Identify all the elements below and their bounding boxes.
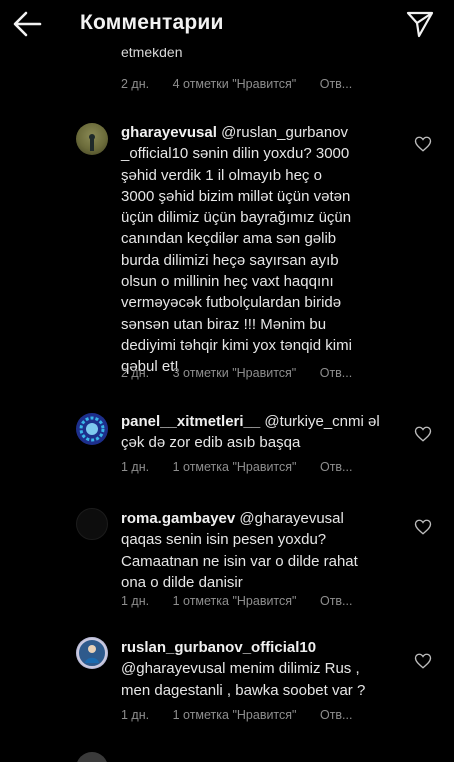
comment-text: üçün dilimiz üçün bayrağımız üçün — [121, 209, 352, 227]
comment-body: panel__xitmetleri__ @turkiye_cnmi əl çək… — [121, 411, 401, 454]
reply-button[interactable]: Отв... — [320, 594, 353, 608]
like-heart-icon[interactable] — [414, 425, 432, 443]
send-icon — [406, 11, 434, 38]
comment-meta: 1 дн. 1 отметка "Нравится" Отв... — [121, 708, 372, 722]
comment-meta: 2 дн. 3 отметки "Нравится" Отв... — [121, 366, 372, 380]
reply-button[interactable]: Отв... — [320, 77, 353, 91]
reply-button[interactable]: Отв... — [320, 460, 353, 474]
avatar[interactable] — [76, 413, 108, 445]
comment-mention[interactable]: _official10 — [121, 145, 188, 162]
comment-text: Camaatnan ne isin var o dilde rahat — [121, 552, 358, 570]
comment-text: qaqas senin isin pesen yoxdu? — [121, 531, 327, 549]
comment-text: verməyəcək futbolçulardan biridə — [121, 294, 342, 312]
comment-username[interactable]: panel__xitmetleri__ — [121, 413, 260, 430]
direct-send-button[interactable] — [404, 8, 436, 40]
comment-time: 1 дн. — [121, 460, 150, 474]
like-heart-icon[interactable] — [414, 135, 432, 153]
avatar[interactable] — [76, 508, 108, 540]
comment-text: men dagestanli , bawka soobet var ? — [121, 681, 366, 699]
next-comment-avatar[interactable] — [76, 752, 108, 762]
comment-text: olsun o millinin heç vaxt haqqını — [121, 273, 334, 291]
avatar-image — [77, 638, 107, 668]
avatar[interactable] — [76, 123, 108, 155]
avatar[interactable] — [76, 637, 108, 669]
like-heart-icon[interactable] — [414, 518, 432, 536]
comment-time: 1 дн. — [121, 594, 150, 608]
comment-time: 1 дн. — [121, 708, 150, 722]
comment-meta: 1 дн. 1 отметка "Нравится" Отв... — [121, 594, 372, 608]
comment-body: roma.gambayev @gharayevusal qaqas senin … — [121, 508, 401, 593]
comment-likes[interactable]: 1 отметка "Нравится" — [173, 708, 297, 722]
comment-likes[interactable]: 1 отметка "Нравится" — [173, 460, 297, 474]
comment-text: ona o dilde danisir — [121, 573, 243, 591]
reply-button[interactable]: Отв... — [320, 708, 353, 722]
comment-text: çək də zor edib asıb başqa — [121, 434, 301, 452]
comment-text: sənin dilin yoxdu? 3000 — [188, 145, 350, 163]
comments-screen: Комментарии etmekden 2 дн. 4 отметки "Нр… — [0, 0, 454, 762]
partial-comment-meta: 2 дн. 4 отметки "Нравится" Отв... — [121, 77, 372, 91]
comment-time: 2 дн. — [121, 366, 150, 380]
comment-text: şəhid verdik 1 il olmayıb heç o — [121, 166, 322, 184]
comment-mention[interactable]: @ruslan_gurbanov — [221, 124, 348, 141]
comment-mention[interactable]: @turkiye_cnmi — [264, 413, 363, 430]
comment-likes[interactable]: 3 отметки "Нравится" — [173, 366, 297, 380]
avatar-image — [89, 134, 95, 151]
avatar-image — [77, 414, 107, 444]
comment-text: dediyimi təhqir kimi yox tənqid kimi — [121, 336, 352, 354]
comment-text: canından keçdilər ama sən gəlib — [121, 230, 337, 248]
comment-text: sənsən utan biraz !!! Mənim bu — [121, 315, 327, 333]
comment-username[interactable]: roma.gambayev — [121, 510, 235, 527]
comment-mention[interactable]: @gharayevusal — [121, 660, 225, 677]
comment-likes[interactable]: 4 отметки "Нравится" — [173, 77, 297, 91]
comment-meta: 1 дн. 1 отметка "Нравится" Отв... — [121, 460, 372, 474]
comment-text: burda dilimizi heçə sayırsan ayıb — [121, 251, 339, 269]
comment-text: əl — [363, 413, 380, 430]
like-heart-icon[interactable] — [414, 652, 432, 670]
back-button[interactable] — [10, 8, 46, 40]
comment-text: 3000 şəhid bizim millət üçün vətən — [121, 187, 351, 205]
comment-mention[interactable]: @gharayevusal — [239, 510, 343, 527]
comment-username[interactable]: gharayevusal — [121, 124, 217, 141]
comment-username[interactable]: ruslan_gurbanov_official10 — [121, 639, 316, 656]
reply-button[interactable]: Отв... — [320, 366, 353, 380]
page-title: Комментарии — [80, 11, 224, 34]
comment-body: ruslan_gurbanov_official10 @gharayevusal… — [121, 637, 401, 701]
comment-likes[interactable]: 1 отметка "Нравится" — [173, 594, 297, 608]
comment-time: 2 дн. — [121, 77, 150, 91]
header-bar: Комментарии — [0, 0, 454, 48]
comment-text: menim dilimiz Rus , — [225, 660, 360, 678]
comment-body: gharayevusal @ruslan_gurbanov _official1… — [121, 122, 401, 378]
arrow-left-icon — [13, 11, 42, 37]
